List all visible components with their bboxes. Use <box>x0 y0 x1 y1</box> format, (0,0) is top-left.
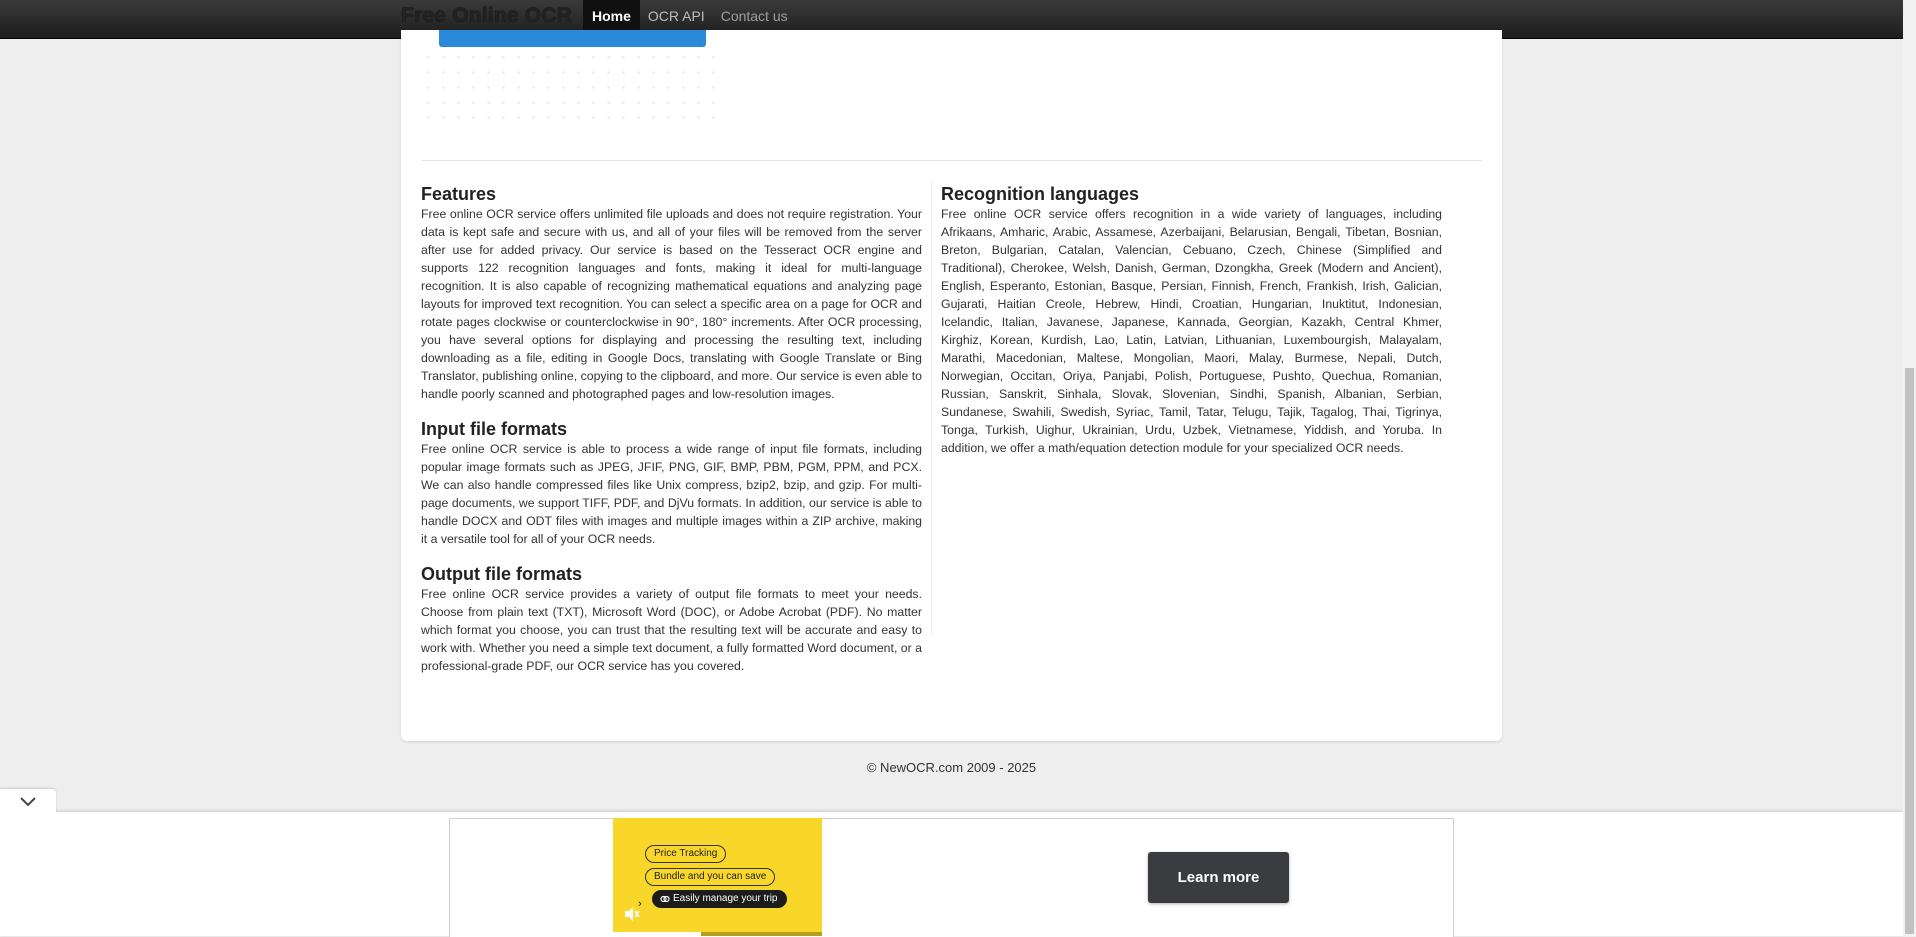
input-formats-heading: Input file formats <box>421 419 568 439</box>
mute-icon[interactable] <box>624 906 640 922</box>
output-formats-heading: Output file formats <box>421 564 582 584</box>
right-column: Recognition languages Free online OCR se… <box>941 183 1442 472</box>
languages-heading: Recognition languages <box>941 184 1140 204</box>
input-formats-section: Input file formats Free online OCR servi… <box>421 418 922 548</box>
link-icon <box>660 895 670 903</box>
ocr-submit-button[interactable] <box>439 30 706 47</box>
features-text: Free online OCR service offers unlimited… <box>421 207 922 401</box>
ad-pill-manage-trip: Easily manage your trip <box>652 890 787 908</box>
chevron-down-icon <box>20 797 36 807</box>
ad-pill-price-tracking: Price Tracking <box>645 845 727 863</box>
ad-pill-manage-trip-label: Easily manage your trip <box>673 893 778 904</box>
ad-frame <box>449 818 1454 937</box>
scrollbar-thumb[interactable] <box>1905 368 1914 934</box>
brand-logo[interactable]: Free Online OCR <box>401 4 572 28</box>
output-formats-text: Free online OCR service provides a varie… <box>421 587 922 673</box>
languages-section: Recognition languages Free online OCR se… <box>941 183 1442 457</box>
left-column: Features Free online OCR service offers … <box>421 183 922 690</box>
ad-creative[interactable]: Price Tracking Bundle and you can save ›… <box>613 818 822 936</box>
ad-progress-fill <box>613 932 701 936</box>
input-formats-text: Free online OCR service is able to proce… <box>421 442 922 546</box>
ad-collapse-button[interactable] <box>0 789 56 814</box>
decorative-dot-pattern <box>421 50 723 126</box>
column-divider <box>931 180 932 635</box>
languages-text: Free online OCR service offers recogniti… <box>941 207 1442 455</box>
output-formats-section: Output file formats Free online OCR serv… <box>421 563 922 675</box>
ad-pill-bundle: Bundle and you can save <box>645 868 776 886</box>
features-heading: Features <box>421 184 497 204</box>
features-section: Features Free online OCR service offers … <box>421 183 922 403</box>
section-divider <box>421 160 1482 161</box>
footer-copyright: © NewOCR.com 2009 - 2025 <box>866 760 1037 775</box>
learn-more-button[interactable]: Learn more <box>1148 852 1289 903</box>
